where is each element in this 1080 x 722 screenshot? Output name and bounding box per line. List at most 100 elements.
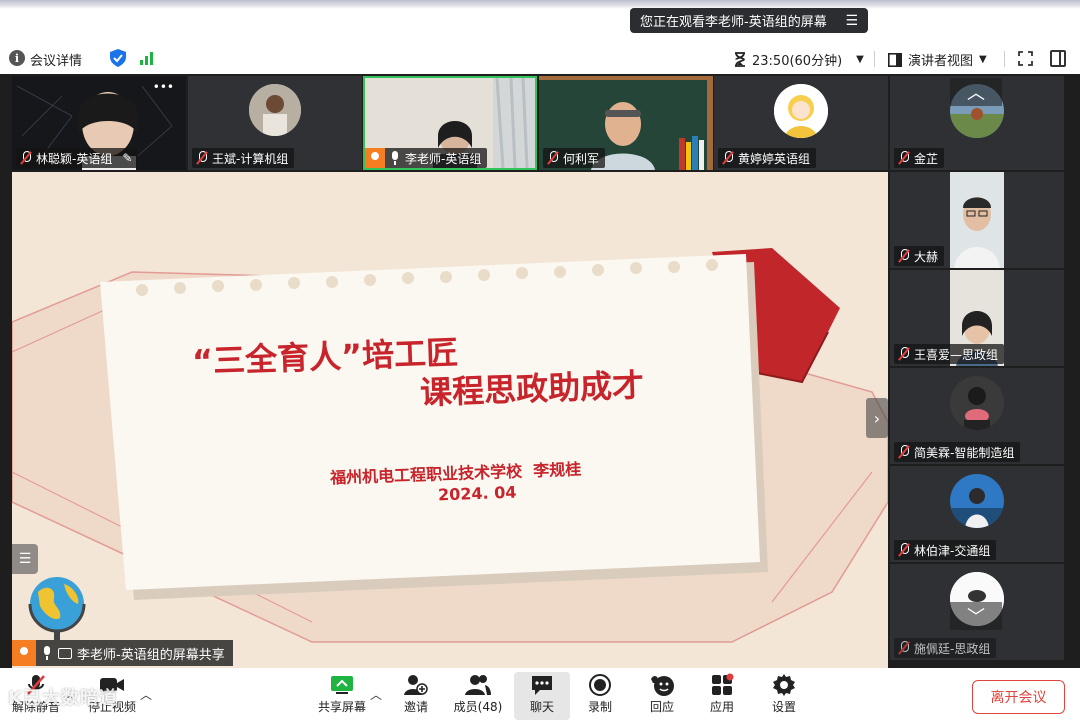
chevron-right-icon: › [873,408,881,428]
video-tile-active-speaker[interactable]: 李老师-英语组 [363,76,537,170]
settings-icon [772,672,796,698]
mic-off-icon [722,151,734,165]
view-mode-label: 演讲者视图 [908,54,974,69]
settings-label: 设置 [771,700,796,714]
viewing-banner[interactable]: 您正在观看李老师-英语组的屏幕 ☰ [630,8,868,33]
video-tile[interactable]: 王斌-计算机组 [188,76,362,170]
mic-off-icon [196,151,208,165]
avatar [249,84,301,136]
participant-name-tag: 施佩廷-思政组 [894,638,997,658]
scroll-up-button[interactable]: ︿ [950,78,1002,106]
chevron-up-icon[interactable]: ︿ [140,686,152,703]
participant-name: 林伯津-交通组 [914,543,991,558]
chat-icon [530,672,554,698]
video-tile[interactable]: 简美霖-智能制造组 [890,368,1064,464]
invite-icon [404,672,428,698]
participant-name-tag: 林伯津-交通组 [894,540,997,560]
mic-off-icon [898,445,910,459]
mic-off-icon [547,151,559,165]
participant-name: 大赫 [914,249,939,264]
host-icon [12,640,36,666]
chevron-down-icon[interactable]: ▼ [979,54,987,65]
participant-name-tag: 王喜爱—思政组 [894,344,1005,364]
invite-label: 邀请 [403,700,428,714]
participant-name-tag: 简美霖-智能制造组 [894,442,1021,462]
divider [1004,51,1005,67]
video-tile[interactable]: 大赫 [890,172,1064,268]
members-button[interactable]: 成员(48) [450,672,506,720]
chevron-down-icon: ﹀ [967,607,985,628]
chevron-down-icon[interactable]: ▼ [856,54,864,65]
apps-icon [710,672,734,698]
shared-screen: “三全育人”培工匠 课程思政助成才 福州机电工程职业技术学校 李规桂 2024.… [12,172,888,668]
meeting-info-bar: i 会议详情 23:50(60分钟) ▼ 演讲者视图 ▼ [0,42,1080,74]
scroll-down-button[interactable]: ﹀ [950,602,1002,630]
chevron-up-icon: ︿ [967,83,985,104]
fullscreen-icon[interactable] [1018,51,1033,66]
edit-icon[interactable]: ✎ [122,151,132,165]
avatar [774,84,828,138]
members-icon [465,672,491,698]
apps-button[interactable]: 应用 [694,672,750,720]
mic-off-icon [898,151,910,165]
mic-off-icon [898,249,910,263]
invite-button[interactable]: 邀请 [388,672,444,720]
participant-name: 王斌-计算机组 [212,151,289,166]
video-stage: ••• 林聪颖-英语组 ✎ 王斌-计算机组 李老师-英语组 何利军 黄婷婷英语组… [0,74,1080,668]
react-icon [649,672,675,698]
react-label: 回应 [649,700,674,714]
react-button[interactable]: 回应 [634,672,690,720]
record-label: 录制 [587,700,612,714]
signal-icon[interactable] [140,51,153,65]
title-strip [0,0,1080,42]
members-label: 成员(48) [453,700,503,714]
collapse-side-panel-button[interactable]: › [866,398,888,438]
record-button[interactable]: 录制 [572,672,628,720]
slide-title-line2: 课程思政助成才 [419,366,645,412]
share-screen-button[interactable]: 共享屏幕 [314,672,370,720]
hourglass-icon [735,52,745,67]
participant-name: 金芷 [914,151,939,166]
video-tile[interactable]: ••• 林聪颖-英语组 ✎ [12,76,186,170]
menu-icon[interactable]: ☰ [845,13,858,29]
participant-name-tag: 金芷 [894,148,945,168]
meeting-toolbar: 解除静音 ︿ 停止视频 ︿ 共享屏幕 ︿ 邀请 成员(48) 聊天 录制 回应 … [0,668,1080,722]
list-icon: ☰ [18,551,32,567]
more-icon[interactable]: ••• [153,80,174,94]
info-icon[interactable]: i [9,50,25,66]
participant-name: 黄婷婷英语组 [738,151,811,166]
chat-button[interactable]: 聊天 [514,672,570,720]
participant-name: 林聪颖-英语组 [36,151,113,166]
share-screen-label: 共享屏幕 [317,700,366,714]
video-tile[interactable]: 黄婷婷英语组 [714,76,888,170]
participant-name: 王喜爱—思政组 [914,347,999,362]
view-mode-select[interactable]: 演讲者视图 ▼ [888,50,987,69]
share-tag-text: 李老师-英语组的屏幕共享 [77,647,225,663]
record-icon [588,672,612,698]
layout-icon[interactable] [1050,50,1066,67]
participant-name-tag: 林聪颖-英语组 ✎ [16,148,139,168]
video-tile[interactable]: 何利军 [539,76,713,170]
avatar [950,474,1004,528]
participant-name-tag: 李老师-英语组 [365,148,488,168]
host-icon [365,148,385,168]
shield-icon[interactable] [110,49,126,71]
participant-name-tag: 王斌-计算机组 [192,148,295,168]
apps-label: 应用 [709,700,734,714]
mic-on-icon [389,151,401,165]
participant-name: 施佩廷-思政组 [914,641,991,656]
meeting-details-link[interactable]: 会议详情 [30,50,82,69]
chevron-up-icon[interactable]: ︿ [370,686,382,703]
screen-share-tag: 李老师-英语组的屏幕共享 [12,640,233,666]
mic-off-icon [898,347,910,361]
meeting-timer[interactable]: 23:50(60分钟) ▼ [734,50,864,69]
avatar [950,376,1004,430]
leave-meeting-button[interactable]: 离开会议 [972,680,1065,714]
participant-name: 何利军 [563,151,600,166]
divider [874,51,875,67]
participant-name-tag: 大赫 [894,246,945,266]
settings-button[interactable]: 设置 [756,672,812,720]
video-tile[interactable]: 王喜爱—思政组 [890,270,1064,366]
participant-list-toggle[interactable]: ☰ [12,544,38,574]
video-tile[interactable]: 林伯津-交通组 [890,466,1064,562]
